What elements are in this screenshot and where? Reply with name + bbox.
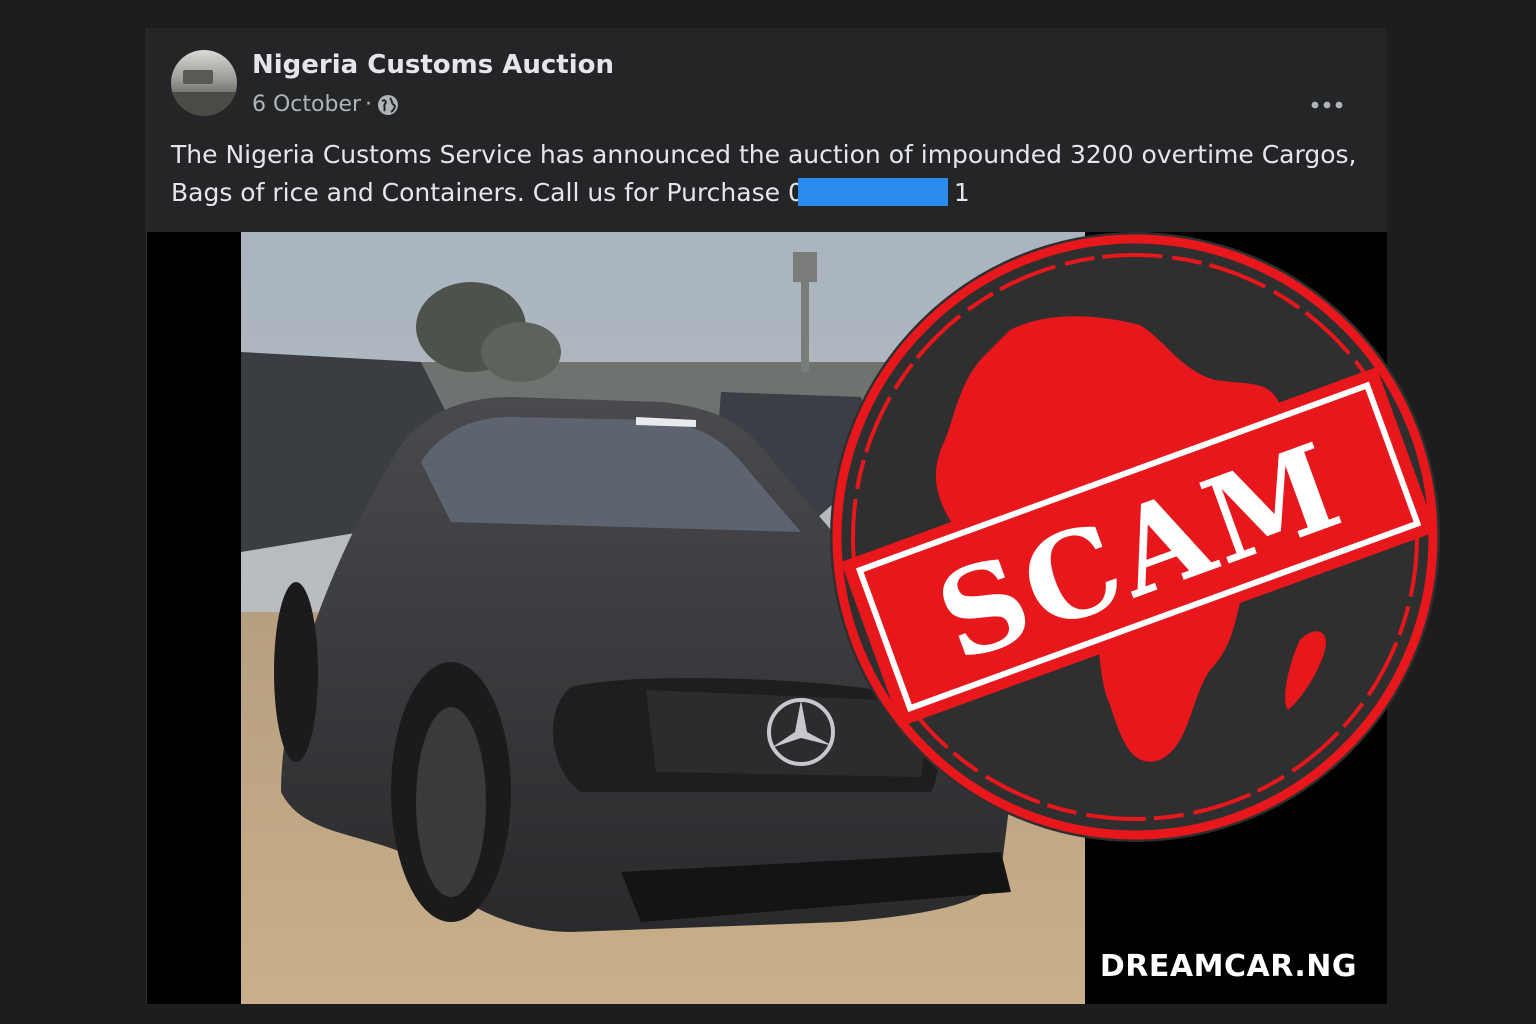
phone-end: 1 — [953, 178, 970, 207]
post-meta: 6 October · — [252, 92, 400, 117]
avatar-ground — [171, 92, 237, 116]
watermark: DREAMCAR.NG — [1099, 949, 1357, 984]
post-image[interactable]: DREAMCAR.NG — [147, 232, 1387, 1004]
post-text-line1: The Nigeria Customs Service has announce… — [171, 140, 1357, 169]
facebook-post: Nigeria Customs Auction 6 October · The … — [146, 28, 1387, 1004]
redacted-phone-number: 01 — [788, 174, 970, 212]
more-options-icon[interactable] — [1307, 90, 1347, 120]
redaction-bar — [797, 178, 948, 206]
page-avatar[interactable] — [171, 50, 237, 116]
page-name-link[interactable]: Nigeria Customs Auction — [252, 50, 614, 80]
avatar-truck — [183, 70, 213, 84]
post-text-line2: Bags of rice and Containers. Call us for… — [171, 174, 1381, 212]
post-text-line2-prefix: Bags of rice and Containers. Call us for… — [171, 178, 788, 207]
car-photo — [241, 232, 1085, 1004]
post-text: The Nigeria Customs Service has announce… — [171, 136, 1381, 212]
post-date[interactable]: 6 October — [252, 92, 361, 117]
post-header: Nigeria Customs Auction 6 October · — [171, 50, 1371, 120]
meta-separator: · — [365, 92, 373, 117]
globe-icon — [378, 94, 399, 115]
